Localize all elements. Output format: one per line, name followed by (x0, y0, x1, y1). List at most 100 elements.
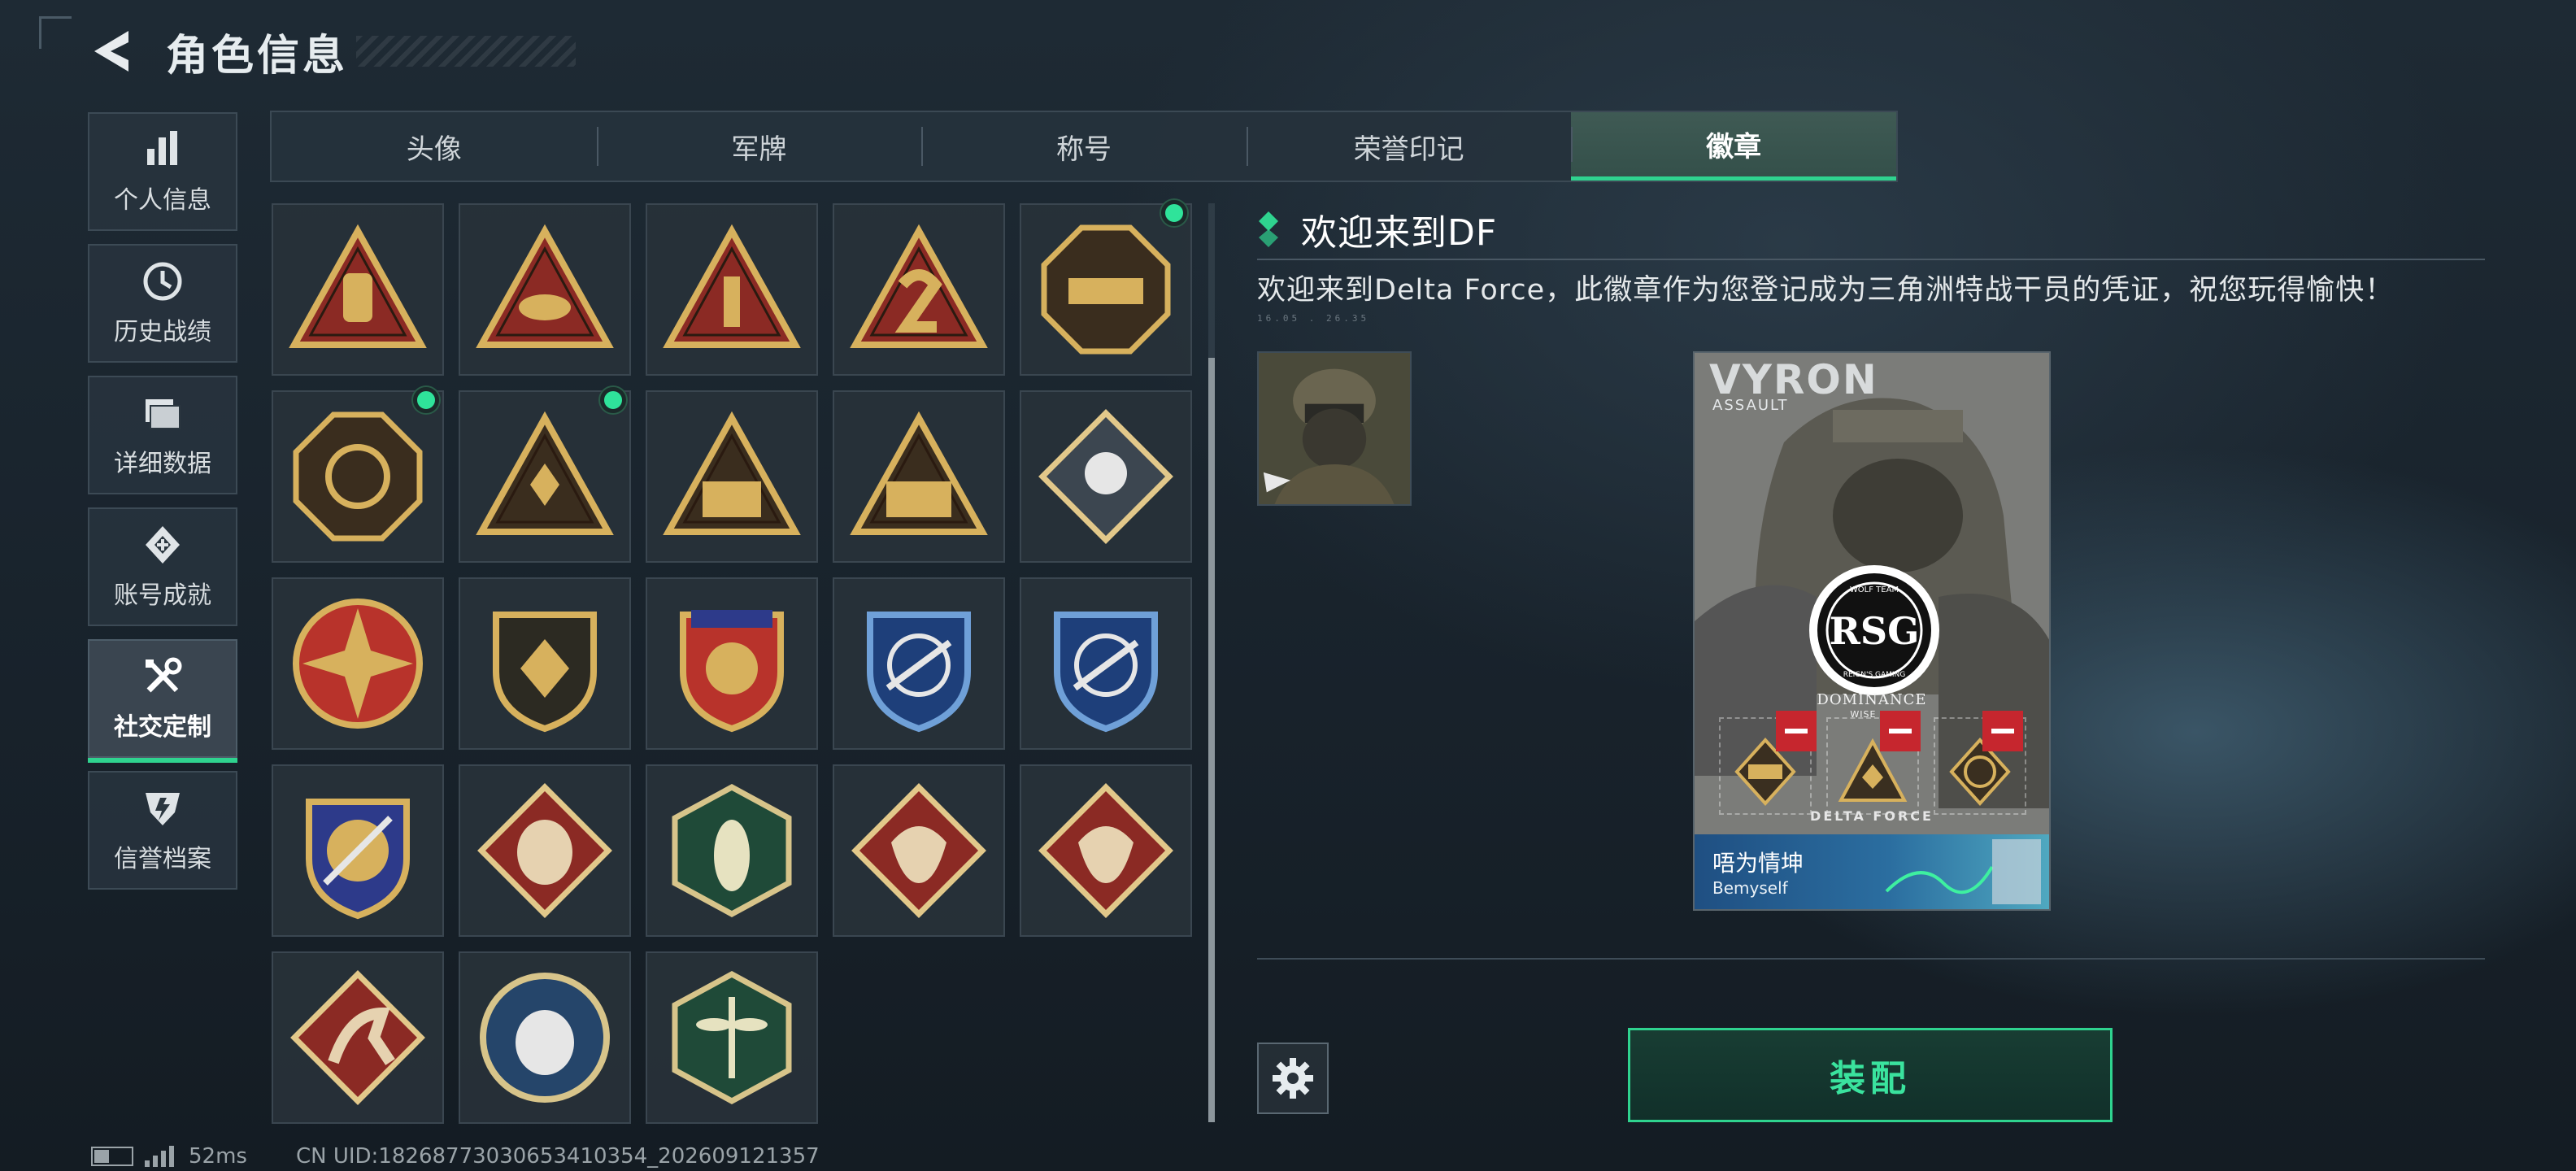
equip-button[interactable]: 装配 (1628, 1028, 2113, 1122)
badge-cell[interactable] (646, 951, 818, 1124)
dragon-diamond-badge-2-icon (1038, 783, 1173, 918)
badge-detail-panel: 欢迎来到DF 欢迎来到Delta Force，此徽章作为您登记成为三角洲特战干员… (1257, 203, 2485, 324)
divider (1257, 259, 2485, 260)
signal-icon (145, 1146, 177, 1167)
badge-cell[interactable] (272, 951, 444, 1124)
badge-cell[interactable] (833, 577, 1005, 750)
sidebar-item-label: 账号成就 (114, 581, 211, 610)
badge-cell[interactable] (646, 764, 818, 937)
bar-chart-icon (147, 131, 177, 165)
sidebar-item-label: 信誉档案 (114, 845, 211, 873)
sidebar-item-achievements[interactable]: 账号成就 (88, 507, 237, 626)
badge-cell[interactable] (459, 577, 631, 750)
back-arrow-icon (94, 31, 128, 72)
badge-cell[interactable] (272, 577, 444, 750)
number-2-triangle-badge-icon (850, 224, 988, 348)
badge-cell[interactable] (1020, 764, 1192, 937)
gear-icon (1273, 1058, 1313, 1099)
history-clock-icon (143, 262, 182, 301)
sidebar-item-label: 详细数据 (114, 450, 211, 478)
rifle-crosshair-blue-badge-icon (867, 612, 971, 733)
badge-cell[interactable] (459, 951, 631, 1124)
svg-text:REIGN'S GAMING: REIGN'S GAMING (1843, 671, 1906, 679)
badge-cell[interactable] (1020, 577, 1192, 750)
stars-shield-badge-icon (680, 610, 784, 733)
svg-text:WOLF TEAM: WOLF TEAM (1850, 586, 1899, 594)
status-bar: 52ms CN UID:1826877303065341035­4_202609… (91, 1142, 820, 1171)
badge-cell[interactable] (646, 390, 818, 563)
scrollbar-thumb[interactable] (1208, 358, 1215, 1122)
player-signature-text: Bemyself (1712, 878, 1788, 898)
operator-avatar (1257, 351, 1412, 506)
sidebar-item-history[interactable]: 历史战绩 (88, 244, 237, 363)
tab-dog-tag[interactable]: 军牌 (596, 112, 922, 181)
skull-star-badge-icon (293, 599, 423, 729)
new-indicator-dot (413, 387, 439, 413)
back-button[interactable] (88, 26, 138, 76)
badge-cell[interactable] (833, 203, 1005, 376)
settings-button[interactable] (1257, 1043, 1329, 1114)
badge-cell[interactable] (646, 577, 818, 750)
badge-title: 欢迎来到DF (1301, 212, 1498, 254)
badge-cell[interactable] (833, 764, 1005, 937)
soldiers-laurel-badge-icon (850, 411, 988, 535)
badge-cell[interactable] (1020, 390, 1192, 563)
diamond-hands-triangle-badge-icon (476, 411, 614, 535)
badge-cell[interactable] (272, 203, 444, 376)
dragonfly-hexagon-badge-icon (672, 971, 792, 1104)
rose-diamond-badge-icon (1038, 409, 1173, 544)
folder-icon (146, 399, 181, 429)
tab-title[interactable]: 称号 (921, 112, 1247, 181)
diamond-marker-icon (1259, 211, 1278, 247)
svg-text:RSG: RSG (1830, 609, 1920, 653)
badge-cell[interactable] (459, 764, 631, 937)
page-title: 角色信息 (166, 31, 349, 81)
operator-showcase-card: VYRON ASSAULT WOLF TEAM RSG REIGN'S GAMI… (1693, 351, 2051, 911)
badge-cell[interactable] (646, 203, 818, 376)
sidebar-item-credit[interactable]: 信誉档案 (88, 771, 237, 890)
lips-triangle-badge-icon (476, 224, 614, 348)
tab-badge[interactable]: 徽章 (1571, 112, 1896, 181)
card-footer-logo: DELTA FORCE (1810, 808, 1934, 824)
number-1-triangle-badge-icon (663, 224, 801, 348)
rifle-crosshair-blue-badge-2-icon (1054, 612, 1158, 733)
new-indicator-dot (1161, 200, 1187, 226)
badge-cell[interactable] (459, 203, 631, 376)
sidebar-item-personal-info[interactable]: 个人信息 (88, 112, 237, 231)
battery-icon (91, 1147, 133, 1166)
badge-cell[interactable] (272, 764, 444, 937)
tools-icon (146, 657, 182, 693)
sidebar: 个人信息 历史战绩 详细数据 账号成就 社交定制 信誉档案 (88, 112, 237, 903)
sidebar-item-label: 个人信息 (114, 186, 211, 215)
badge-cell[interactable] (833, 390, 1005, 563)
tab-honor-mark[interactable]: 荣誉印记 (1246, 112, 1572, 181)
tab-avatar[interactable]: 头像 (272, 112, 597, 181)
uid-text: CN UID:1826877303065341035­4_20260912135… (295, 1144, 820, 1169)
badge-code: 16.05 . 26.35 (1257, 313, 1370, 324)
player-name: 唔为情坤 (1712, 850, 1804, 877)
player-banner: 唔为情坤 Bemyself (1695, 834, 2049, 909)
new-indicator-dot (600, 387, 626, 413)
rock-hand-triangle-badge-icon (289, 224, 427, 348)
delta-force-2026-tank-badge-icon (1041, 224, 1171, 355)
sidebar-item-social-custom[interactable]: 社交定制 (88, 639, 237, 763)
corner-bracket (39, 16, 72, 49)
delta-force-2026-globe-badge-icon (293, 411, 423, 542)
remove-badge-button[interactable] (1880, 711, 1921, 751)
badge-cell[interactable] (459, 387, 631, 563)
wolf-diamond-badge-icon (477, 783, 612, 918)
wasp-hexagon-badge-icon (672, 784, 792, 917)
chevron-shield-badge-icon (493, 612, 597, 733)
sidebar-item-label: 历史战绩 (114, 318, 211, 346)
remove-badge-button[interactable] (1982, 711, 2023, 751)
badge-cell[interactable] (272, 387, 444, 563)
remove-badge-button[interactable] (1776, 711, 1817, 751)
lynx-circle-badge-icon (480, 973, 610, 1103)
detail-header: 欢迎来到DF (1257, 203, 2485, 255)
sidebar-item-detailed-data[interactable]: 详细数据 (88, 376, 237, 494)
signature-art-icon (1885, 839, 2041, 904)
badge-description: 欢迎来到Delta Force，此徽章作为您登记成为三角洲特战干员的凭证，祝您玩… (1257, 274, 2395, 307)
sidebar-item-label: 社交定制 (114, 713, 211, 742)
title-decoration (356, 36, 577, 67)
badge-cell[interactable] (1020, 200, 1192, 376)
